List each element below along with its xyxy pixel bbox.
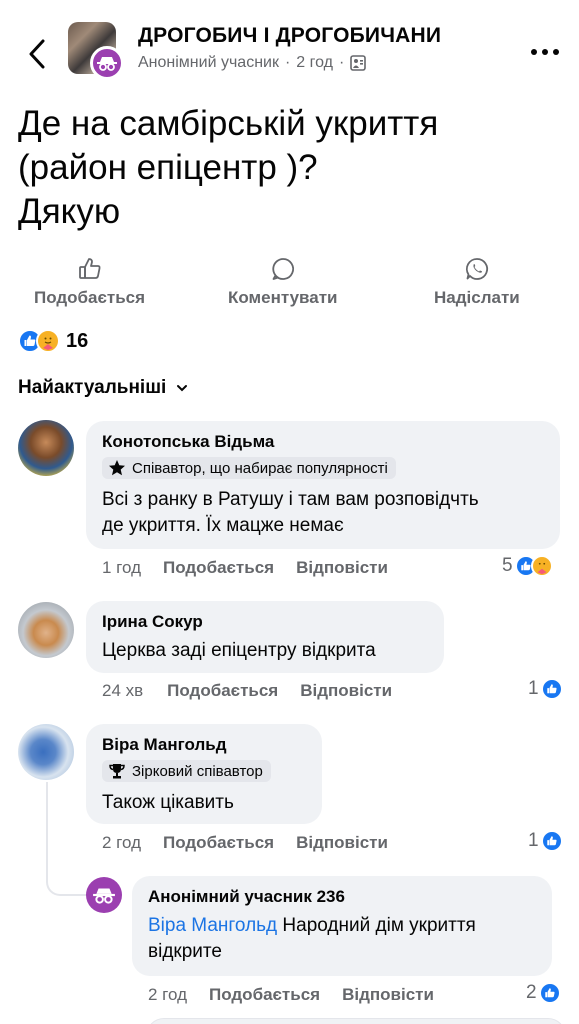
reply-reply-button[interactable]: Відповісти bbox=[342, 985, 434, 1005]
reply-time[interactable]: 2 год bbox=[148, 985, 187, 1005]
trophy-icon bbox=[109, 764, 125, 779]
comment-like-button[interactable]: Подобається bbox=[163, 558, 274, 578]
more-dot-icon bbox=[553, 49, 559, 55]
comment-author[interactable]: Віра Мангольд bbox=[102, 734, 306, 756]
care-reaction-icon bbox=[530, 555, 553, 577]
comment-text: Також цікавить bbox=[102, 792, 234, 813]
thumbs-up-icon bbox=[78, 258, 101, 279]
like-label: Подобається bbox=[34, 288, 146, 307]
reply-author[interactable]: Анонімний учасник 236 bbox=[148, 886, 536, 908]
comment-bubble: Конотопська Відьма Співавтор, що набирає… bbox=[86, 421, 560, 549]
like-reaction-icon bbox=[540, 830, 563, 852]
post-text-line: Дякую bbox=[18, 192, 121, 231]
reply-like-button[interactable]: Подобається bbox=[209, 985, 320, 1005]
mention-link[interactable]: Віра Мангольд bbox=[148, 915, 277, 936]
comment-icon bbox=[272, 258, 294, 280]
sort-label: Найактуальніші bbox=[18, 377, 167, 398]
meta-separator: · bbox=[339, 54, 345, 71]
comment-reaction-count: 5 bbox=[502, 555, 513, 576]
comment-like-button[interactable]: Подобається bbox=[167, 681, 278, 701]
reply-text-line: відкрите bbox=[148, 941, 222, 962]
reply-reactions[interactable]: 2 bbox=[526, 982, 561, 1004]
post-time[interactable]: 2 год bbox=[296, 54, 333, 72]
comment-author[interactable]: Конотопська Відьма bbox=[102, 431, 544, 453]
post-text-line: Де на самбірській укриття bbox=[18, 104, 439, 143]
comment-meta: 24 хв Подобається Відповісти bbox=[102, 681, 392, 701]
comment-meta: 1 год Подобається Відповісти bbox=[102, 558, 388, 578]
comment-reactions[interactable]: 1 bbox=[528, 678, 563, 700]
like-reaction-icon bbox=[538, 982, 561, 1004]
anonymous-icon bbox=[90, 46, 124, 80]
meta-separator: · bbox=[284, 54, 291, 71]
anonymous-icon bbox=[93, 888, 115, 904]
badge-label: Зірковий співавтор bbox=[132, 762, 263, 780]
reply-text-rest: Народний дім укриття bbox=[282, 915, 476, 936]
comment-reply-button[interactable]: Відповісти bbox=[296, 558, 388, 578]
send-label: Надіслати bbox=[434, 288, 520, 307]
comment-text-line: Всі з ранку в Ратушу і там вам розповідч… bbox=[102, 489, 479, 510]
avatar[interactable] bbox=[18, 724, 74, 780]
comment-reaction-count: 1 bbox=[528, 830, 539, 851]
like-reaction-icon bbox=[540, 678, 563, 700]
group-audience-icon bbox=[350, 55, 367, 71]
avatar[interactable] bbox=[18, 602, 74, 658]
post-body: Де на самбірській укриття (район епіцент… bbox=[18, 102, 558, 234]
thread-connector bbox=[46, 870, 86, 896]
comment-text-line: де укриття. Їх мацже немає bbox=[102, 515, 344, 536]
send-button[interactable]: Надіслати bbox=[434, 256, 520, 308]
comment-like-button[interactable]: Подобається bbox=[163, 833, 274, 853]
more-dot-icon bbox=[542, 49, 548, 55]
star-icon bbox=[109, 460, 125, 476]
chevron-left-icon bbox=[29, 39, 45, 69]
post-action-bar: Подобається Коментувати Надіслати bbox=[0, 256, 579, 308]
comment-meta: 2 год Подобається Відповісти bbox=[102, 833, 388, 853]
comment-reply-button[interactable]: Відповісти bbox=[296, 833, 388, 853]
reactions-summary[interactable]: 16 bbox=[18, 327, 88, 355]
author-name[interactable]: Анонімний учасник bbox=[138, 54, 279, 72]
reply-reaction-count: 2 bbox=[526, 982, 537, 1003]
post-meta: Анонімний учасник · 2 год · bbox=[138, 54, 367, 72]
comment-time[interactable]: 2 год bbox=[102, 833, 141, 853]
care-reaction-icon bbox=[36, 329, 60, 353]
post-header: ДРОГОБИЧ І ДРОГОБИЧАНИ Анонімний учасник… bbox=[0, 0, 579, 100]
comment-reply-button[interactable]: Відповісти bbox=[300, 681, 392, 701]
group-name[interactable]: ДРОГОБИЧ І ДРОГОБИЧАНИ bbox=[138, 24, 441, 48]
reaction-count: 16 bbox=[66, 329, 89, 352]
comment-text: Всі з ранку в Ратушу і там вам розповідч… bbox=[102, 486, 544, 540]
comment-text: Церква заді епіцентру відкрита bbox=[102, 640, 376, 661]
comment-time[interactable]: 24 хв bbox=[102, 681, 143, 701]
comment-author[interactable]: Ірина Сокур bbox=[102, 611, 428, 633]
whatsapp-icon bbox=[465, 258, 488, 280]
contributor-badge: Співавтор, що набирає популярності bbox=[102, 457, 396, 479]
group-avatar[interactable] bbox=[68, 22, 124, 80]
comment-reactions[interactable]: 5 bbox=[502, 555, 553, 577]
anonymous-avatar[interactable] bbox=[86, 877, 122, 913]
badge-label: Співавтор, що набирає популярності bbox=[132, 459, 388, 477]
contributor-badge: Зірковий співавтор bbox=[102, 760, 271, 782]
reply-meta: 2 год Подобається Відповісти bbox=[148, 985, 434, 1005]
comment-label: Коментувати bbox=[228, 288, 338, 307]
more-options-button[interactable] bbox=[528, 40, 562, 64]
comment-reaction-count: 1 bbox=[528, 678, 539, 699]
more-dot-icon bbox=[531, 49, 537, 55]
comment-bubble: Віра Мангольд Зірковий співавтор Також ц… bbox=[86, 724, 322, 824]
thread-line bbox=[46, 782, 48, 874]
comment-time[interactable]: 1 год bbox=[102, 558, 141, 578]
reply-bubble: Анонімний учасник 236 Віра Мангольд Наро… bbox=[132, 876, 552, 976]
back-button[interactable] bbox=[22, 34, 52, 74]
comment-button[interactable]: Коментувати bbox=[228, 256, 338, 308]
comment-bubble: Ірина Сокур Церква заді епіцентру відкри… bbox=[86, 601, 444, 673]
chevron-down-icon bbox=[177, 385, 188, 392]
like-button[interactable]: Подобається bbox=[34, 256, 145, 308]
next-comment-bubble bbox=[146, 1018, 566, 1024]
comment-reactions[interactable]: 1 bbox=[528, 830, 563, 852]
avatar[interactable] bbox=[18, 420, 74, 476]
reply-text: Віра Мангольд Народний дім укриття відкр… bbox=[148, 912, 536, 966]
comment-sort-dropdown[interactable]: Найактуальніші bbox=[18, 377, 188, 399]
post-text-line: (район епіцентр )? bbox=[18, 148, 318, 187]
